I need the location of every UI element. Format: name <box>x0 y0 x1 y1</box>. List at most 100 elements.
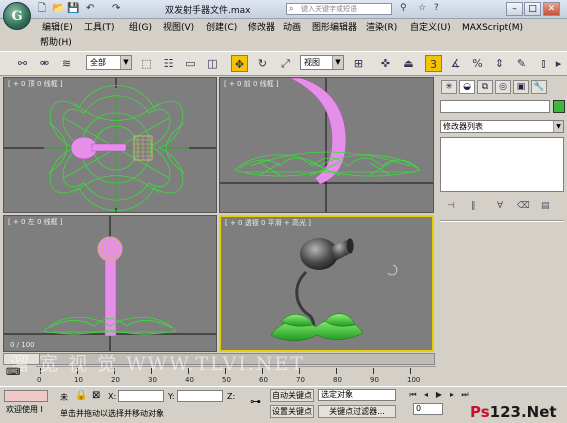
go-to-start-icon[interactable]: ⏮ <box>407 389 419 400</box>
menu-edit[interactable]: 编辑(E) <box>42 21 73 35</box>
redo-icon[interactable]: ↷ <box>112 2 120 16</box>
track-tick <box>410 368 411 374</box>
select-object-icon[interactable]: ⬚ <box>138 55 155 72</box>
rectangle-selection-icon[interactable]: ▭ <box>182 55 199 72</box>
track-tick <box>114 368 115 374</box>
help-icon[interactable]: ? <box>434 3 439 13</box>
angle-snap-icon[interactable]: ∡ <box>447 55 464 72</box>
percent-snap-icon[interactable]: % <box>469 55 486 72</box>
absolute-mode-icon[interactable]: ⊠ <box>92 390 100 401</box>
x-label: X: <box>108 392 117 401</box>
track-tick-label: 60 <box>259 376 268 384</box>
window-crossing-icon[interactable]: ◫ <box>204 55 221 72</box>
menu-animation[interactable]: 动画 <box>283 21 301 35</box>
maximize-button[interactable]: □ <box>524 2 541 16</box>
selection-count: 未 <box>60 393 68 402</box>
snaps-toggle-icon[interactable]: 3 <box>425 55 442 72</box>
viewport-perspective[interactable]: [ + 0 透视 0 平滑 + 高光 ] <box>219 215 434 352</box>
configure-modifier-sets-icon[interactable]: ▤ <box>541 201 550 211</box>
object-color-swatch[interactable] <box>553 100 565 113</box>
keyboard-shortcut-icon[interactable]: ⏏ <box>400 55 417 72</box>
open-file-icon[interactable]: 📂 <box>52 2 64 16</box>
previous-frame-icon[interactable]: ◂ <box>420 389 432 400</box>
current-frame-field[interactable]: 0 <box>413 403 443 415</box>
track-tick-label: 70 <box>296 376 305 384</box>
menu-tools[interactable]: 工具(T) <box>84 21 115 35</box>
track-bar[interactable]: 0 10 20 30 40 50 60 70 80 90 100 <box>36 366 436 386</box>
go-to-end-icon[interactable]: ⏭ <box>459 389 471 400</box>
track-tick <box>188 368 189 374</box>
new-file-icon[interactable]: 🗋 <box>38 2 46 16</box>
close-button[interactable]: ✕ <box>543 2 560 16</box>
menu-graph-editors[interactable]: 图形编辑器 <box>312 21 357 35</box>
select-and-scale-icon[interactable]: ⤢ <box>277 55 294 72</box>
menu-create[interactable]: 创建(C) <box>206 21 237 35</box>
menu-group[interactable]: 组(G) <box>129 21 152 35</box>
selection-filter-dropdown[interactable]: 全部 ▼ <box>86 55 132 70</box>
object-name-field[interactable] <box>440 100 550 113</box>
menu-maxscript[interactable]: MAXScript(M) <box>462 21 523 35</box>
app-logo[interactable]: G <box>3 2 31 30</box>
set-key-button[interactable]: 设置关键点 <box>270 405 314 418</box>
modify-tab-icon[interactable]: ◒ <box>459 80 475 94</box>
remove-modifier-icon[interactable]: ⌫ <box>517 201 530 211</box>
menu-modifiers[interactable]: 修改器 <box>248 21 275 35</box>
manipulate-icon[interactable]: ✜ <box>377 55 394 72</box>
track-tick-label: 20 <box>111 376 120 384</box>
next-frame-icon[interactable]: ▸ <box>446 389 458 400</box>
star-icon[interactable]: ☆ <box>418 3 426 13</box>
track-tick <box>225 368 226 374</box>
search-input[interactable]: 键入关键字或短语 <box>286 3 392 15</box>
create-tab-icon[interactable]: ✳ <box>441 80 457 94</box>
align-icon[interactable]: ▸ <box>550 55 567 72</box>
show-end-result-icon[interactable]: ‖ <box>471 201 476 211</box>
menu-rendering[interactable]: 渲染(R) <box>366 21 397 35</box>
y-coordinate-field[interactable] <box>177 390 223 402</box>
time-slider-handle[interactable] <box>4 354 40 364</box>
menu-views[interactable]: 视图(V) <box>163 21 194 35</box>
viewport-top[interactable]: [ + 0 顶 0 线框 ] <box>3 77 217 213</box>
select-and-rotate-icon[interactable]: ↻ <box>254 55 271 72</box>
minimize-button[interactable]: – <box>506 2 523 16</box>
modifier-stack[interactable] <box>440 137 564 192</box>
motion-tab-icon[interactable]: ◎ <box>495 80 511 94</box>
binoculars-icon[interactable]: ⚲ <box>400 3 407 13</box>
link-icon[interactable]: ⚯ <box>14 55 31 72</box>
front-view-scene <box>220 78 433 212</box>
hierarchy-tab-icon[interactable]: ⧉ <box>477 80 493 94</box>
maxscript-listener[interactable] <box>4 390 48 402</box>
unlink-icon[interactable]: ⚮ <box>36 55 53 72</box>
utilities-tab-icon[interactable]: 🔧 <box>531 80 547 94</box>
key-filters-button[interactable]: 关键点过滤器... <box>318 405 396 418</box>
play-icon[interactable]: ▶ <box>433 389 445 400</box>
main-toolbar: ⚯ ⚮ ≋ 全部 ▼ ⬚ ☷ ▭ ◫ ✥ ↻ ⤢ 视图 ▼ ⊞ ✜ ⏏ 3 ∡ … <box>0 51 567 76</box>
bind-space-warp-icon[interactable]: ≋ <box>58 55 75 72</box>
key-icon[interactable]: ⊶ <box>250 395 261 408</box>
select-by-name-icon[interactable]: ☷ <box>160 55 177 72</box>
reference-coord-dropdown[interactable]: 视图 ▼ <box>300 55 344 70</box>
make-unique-icon[interactable]: ∀ <box>497 201 503 211</box>
lock-selection-icon[interactable]: 🔒 <box>75 390 87 401</box>
select-and-move-icon[interactable]: ✥ <box>231 55 248 72</box>
menu-customize[interactable]: 自定义(U) <box>410 21 451 35</box>
display-tab-icon[interactable]: ▣ <box>513 80 529 94</box>
key-selection-dropdown[interactable]: 选定对象 <box>318 389 396 401</box>
auto-key-button[interactable]: 自动关键点 <box>270 389 314 402</box>
viewport-front[interactable]: [ + 0 前 0 线框 ] <box>219 77 434 213</box>
pin-stack-icon[interactable]: ⊣ <box>447 201 455 211</box>
track-tick-label: 100 <box>407 376 421 384</box>
x-coordinate-field[interactable] <box>118 390 164 402</box>
save-file-icon[interactable]: 💾 <box>67 2 79 16</box>
viewport-left[interactable]: [ + 0 左 0 线框 ] 0 / 100 <box>3 215 217 352</box>
time-slider[interactable] <box>3 353 435 365</box>
pivot-center-icon[interactable]: ⊞ <box>350 55 367 72</box>
modifier-list-dropdown[interactable]: 修改器列表 ▼ <box>440 120 564 133</box>
welcome-text: 欢迎使用 I <box>6 405 43 414</box>
mini-listener-icon[interactable]: ⌨ <box>6 367 20 378</box>
undo-icon[interactable]: ↶ <box>86 2 94 16</box>
spinner-snap-icon[interactable]: ⇕ <box>491 55 508 72</box>
track-tick-label: 30 <box>148 376 157 384</box>
menu-help[interactable]: 帮助(H) <box>40 36 72 50</box>
title-bar: 🗋 📂 💾 ↶ ↷ 双发射手器文件.max 键入关键字或短语 ⌕ ⚲ ☆ ? –… <box>0 0 567 19</box>
named-selection-icon[interactable]: ✎ <box>513 55 530 72</box>
